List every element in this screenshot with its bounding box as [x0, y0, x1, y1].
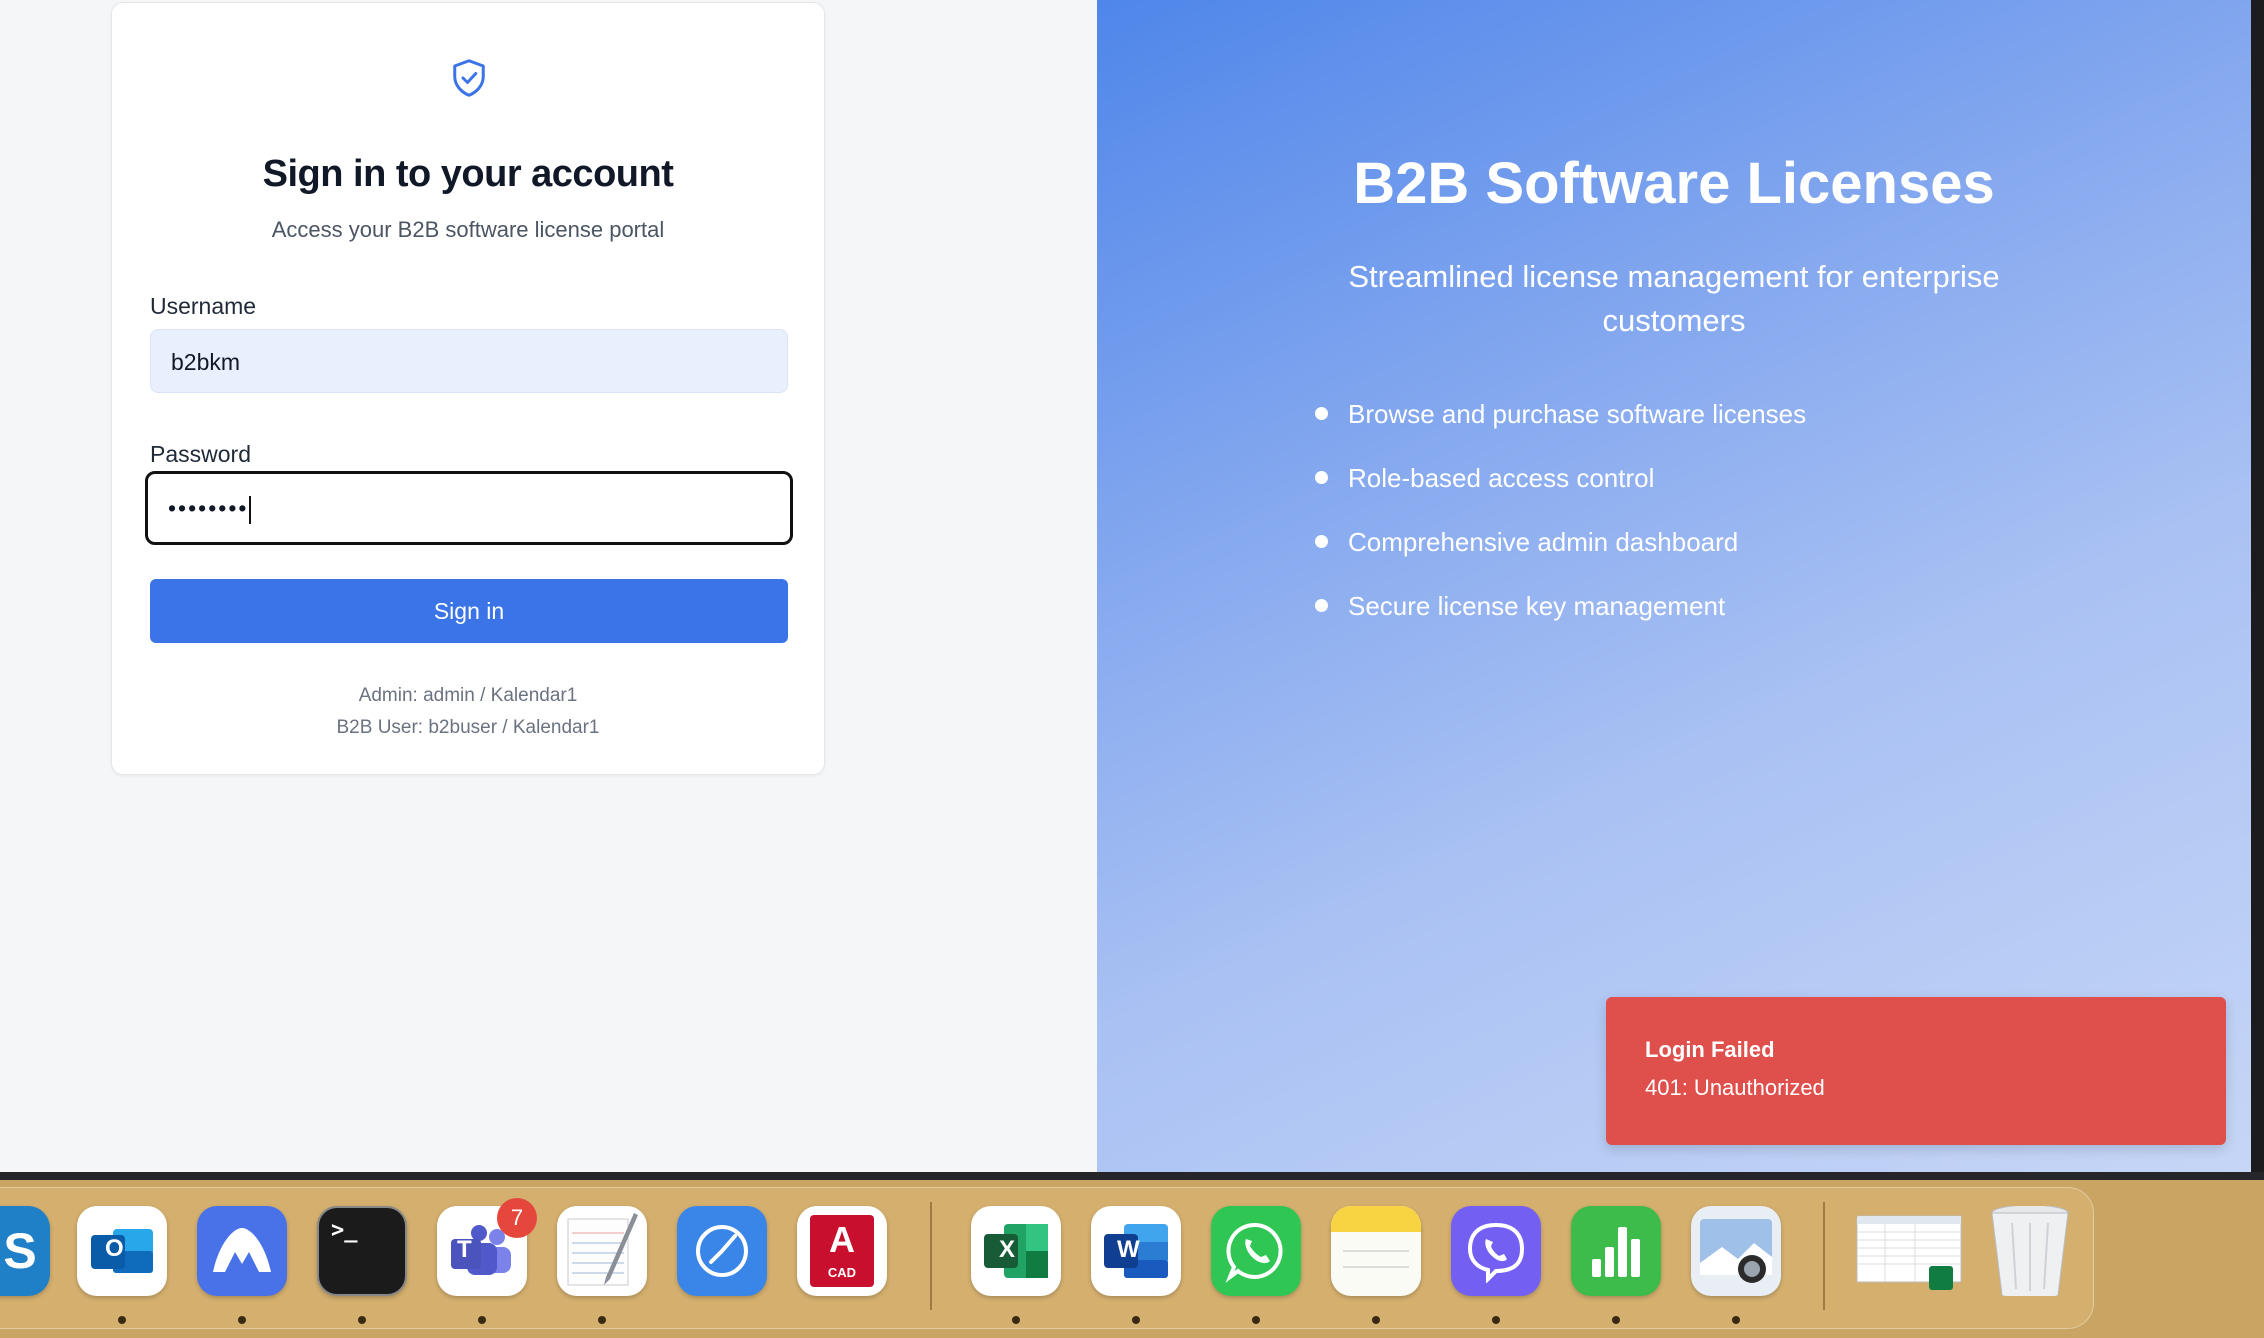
preview-running-dot: [1732, 1316, 1740, 1324]
feature-item: Comprehensive admin dashboard: [1315, 524, 1806, 588]
numbers-icon[interactable]: [1571, 1206, 1661, 1296]
trash-bin-glyph: [1991, 1206, 2069, 1296]
bullet-icon: [1315, 535, 1328, 548]
whatsapp-icon[interactable]: [1211, 1206, 1301, 1296]
excel-running-dot: [1012, 1316, 1020, 1324]
terminal-icon[interactable]: >_: [317, 1206, 407, 1296]
bullet-icon: [1315, 471, 1328, 484]
excel-icon[interactable]: X: [971, 1206, 1061, 1296]
password-value: ••••••••: [168, 495, 249, 521]
teams-running-dot: [478, 1316, 486, 1324]
trash-icon[interactable]: [1985, 1206, 2075, 1296]
feature-item: Role-based access control: [1315, 460, 1806, 524]
toast-title: Login Failed: [1645, 1037, 1775, 1062]
username-input[interactable]: b2bkm: [150, 329, 788, 393]
outlook-icon[interactable]: O: [77, 1206, 167, 1296]
page-subtitle: Access your B2B software license portal: [271, 217, 665, 242]
toast-message: 401: Unauthorized: [1645, 1075, 1825, 1100]
user-credentials-hint: B2B User: b2buser / Kalendar1: [336, 717, 600, 738]
screen-bezel: [0, 1172, 2264, 1180]
feature-item: Browse and purchase software licenses: [1315, 396, 1806, 460]
word-running-dot: [1132, 1316, 1140, 1324]
notepad-pen-glyph: [567, 1213, 638, 1286]
notes-line: [1343, 1250, 1409, 1252]
spreadsheet-thumbnail: [1856, 1215, 1962, 1290]
nordvpn-running-dot: [238, 1316, 246, 1324]
autocad-icon[interactable]: A CAD: [797, 1206, 887, 1296]
numbers-running-dot: [1612, 1316, 1620, 1324]
mountain-glyph: [213, 1228, 271, 1272]
bullet-icon: [1315, 407, 1328, 420]
viber-running-dot: [1492, 1316, 1500, 1324]
shield-check-icon: [453, 59, 485, 97]
sign-in-button[interactable]: Sign in: [150, 579, 788, 643]
notes-header: [1331, 1206, 1421, 1232]
username-label: Username: [150, 293, 257, 319]
word-icon[interactable]: W: [1091, 1206, 1181, 1296]
nordvpn-icon[interactable]: [197, 1206, 287, 1296]
dock-separator: [1823, 1202, 1825, 1310]
photo-loupe-glyph: [1700, 1219, 1772, 1283]
excel-glyph: [984, 1224, 1048, 1278]
bar-chart-glyph: [1592, 1227, 1640, 1277]
screen: Sign in to your account Access your B2B …: [0, 0, 2264, 1172]
username-value: b2bkm: [171, 349, 241, 375]
notes-running-dot: [1372, 1316, 1380, 1324]
promo-title: B2B Software Licenses: [1353, 151, 1995, 216]
viber-icon[interactable]: [1451, 1206, 1541, 1296]
bullet-icon: [1315, 599, 1328, 612]
dock-separator: [930, 1202, 932, 1310]
teams-notification-badge: 7: [497, 1198, 537, 1238]
feature-item: Secure license key management: [1315, 588, 1806, 652]
textedit-running-dot: [598, 1316, 606, 1324]
outlook-running-dot: [118, 1316, 126, 1324]
notes-icon[interactable]: [1331, 1206, 1421, 1296]
password-input[interactable]: ••••••••: [145, 471, 793, 545]
textedit-icon[interactable]: [557, 1206, 647, 1296]
viber-phone-glyph: [1467, 1222, 1525, 1283]
admin-credentials-hint: Admin: admin / Kalendar1: [358, 685, 578, 706]
spreadsheet-file-icon[interactable]: [1855, 1206, 1965, 1296]
notes-line: [1343, 1266, 1409, 1268]
password-label: Password: [150, 441, 251, 467]
text-caret: [249, 495, 252, 524]
promo-subtitle: Streamlined license management for enter…: [1348, 259, 2000, 338]
login-pane: Sign in to your account Access your B2B …: [0, 0, 1097, 1172]
feature-list: Browse and purchase software licenses Ro…: [1315, 396, 1806, 652]
preview-icon[interactable]: [1691, 1206, 1781, 1296]
whatsapp-running-dot: [1252, 1316, 1260, 1324]
terminal-running-dot: [358, 1316, 366, 1324]
autocad-tile: A CAD: [810, 1215, 874, 1287]
error-toast[interactable]: Login Failed 401: Unauthorized: [1606, 997, 2226, 1145]
phone-bubble-glyph: [1225, 1222, 1283, 1283]
window-edge: [2251, 0, 2264, 1172]
login-card: Sign in to your account Access your B2B …: [111, 2, 825, 775]
page-title: Sign in to your account: [262, 153, 674, 195]
time-tracker-icon[interactable]: [677, 1206, 767, 1296]
clock-glyph: [696, 1225, 748, 1277]
skype-icon[interactable]: S: [0, 1206, 50, 1296]
